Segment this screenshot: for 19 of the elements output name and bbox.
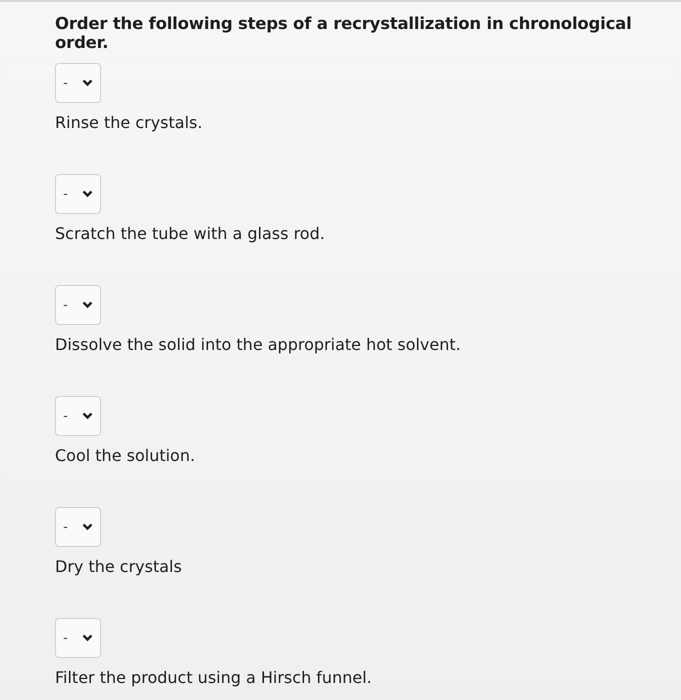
order-dropdown[interactable]: - [55, 507, 101, 547]
chevron-down-icon [82, 634, 93, 642]
chevron-down-icon [82, 412, 93, 420]
step-text: Rinse the crystals. [55, 113, 204, 132]
order-dropdown[interactable]: - [55, 174, 101, 214]
chevron-down-icon [82, 79, 93, 87]
question-text: Order the following steps of a recrystallization in chronological order. [55, 14, 633, 52]
order-dropdown[interactable]: - [55, 63, 101, 103]
chevron-down-icon [82, 301, 93, 309]
step-text: Dissolve the solid into the appropriate hot solvent. [55, 335, 462, 354]
chevron-down-icon [82, 523, 93, 531]
step-text: Cool the solution. [55, 446, 196, 465]
order-dropdown[interactable]: - [55, 285, 101, 325]
order-dropdown[interactable]: - [55, 396, 101, 436]
step-text: Scratch the tube with a glass rod. [55, 224, 326, 243]
chevron-down-icon [82, 190, 93, 198]
order-dropdown[interactable]: - [55, 618, 101, 658]
step-text: Dry the crystals [55, 557, 183, 576]
step-text: Filter the product using a Hirsch funnel. [55, 668, 373, 687]
